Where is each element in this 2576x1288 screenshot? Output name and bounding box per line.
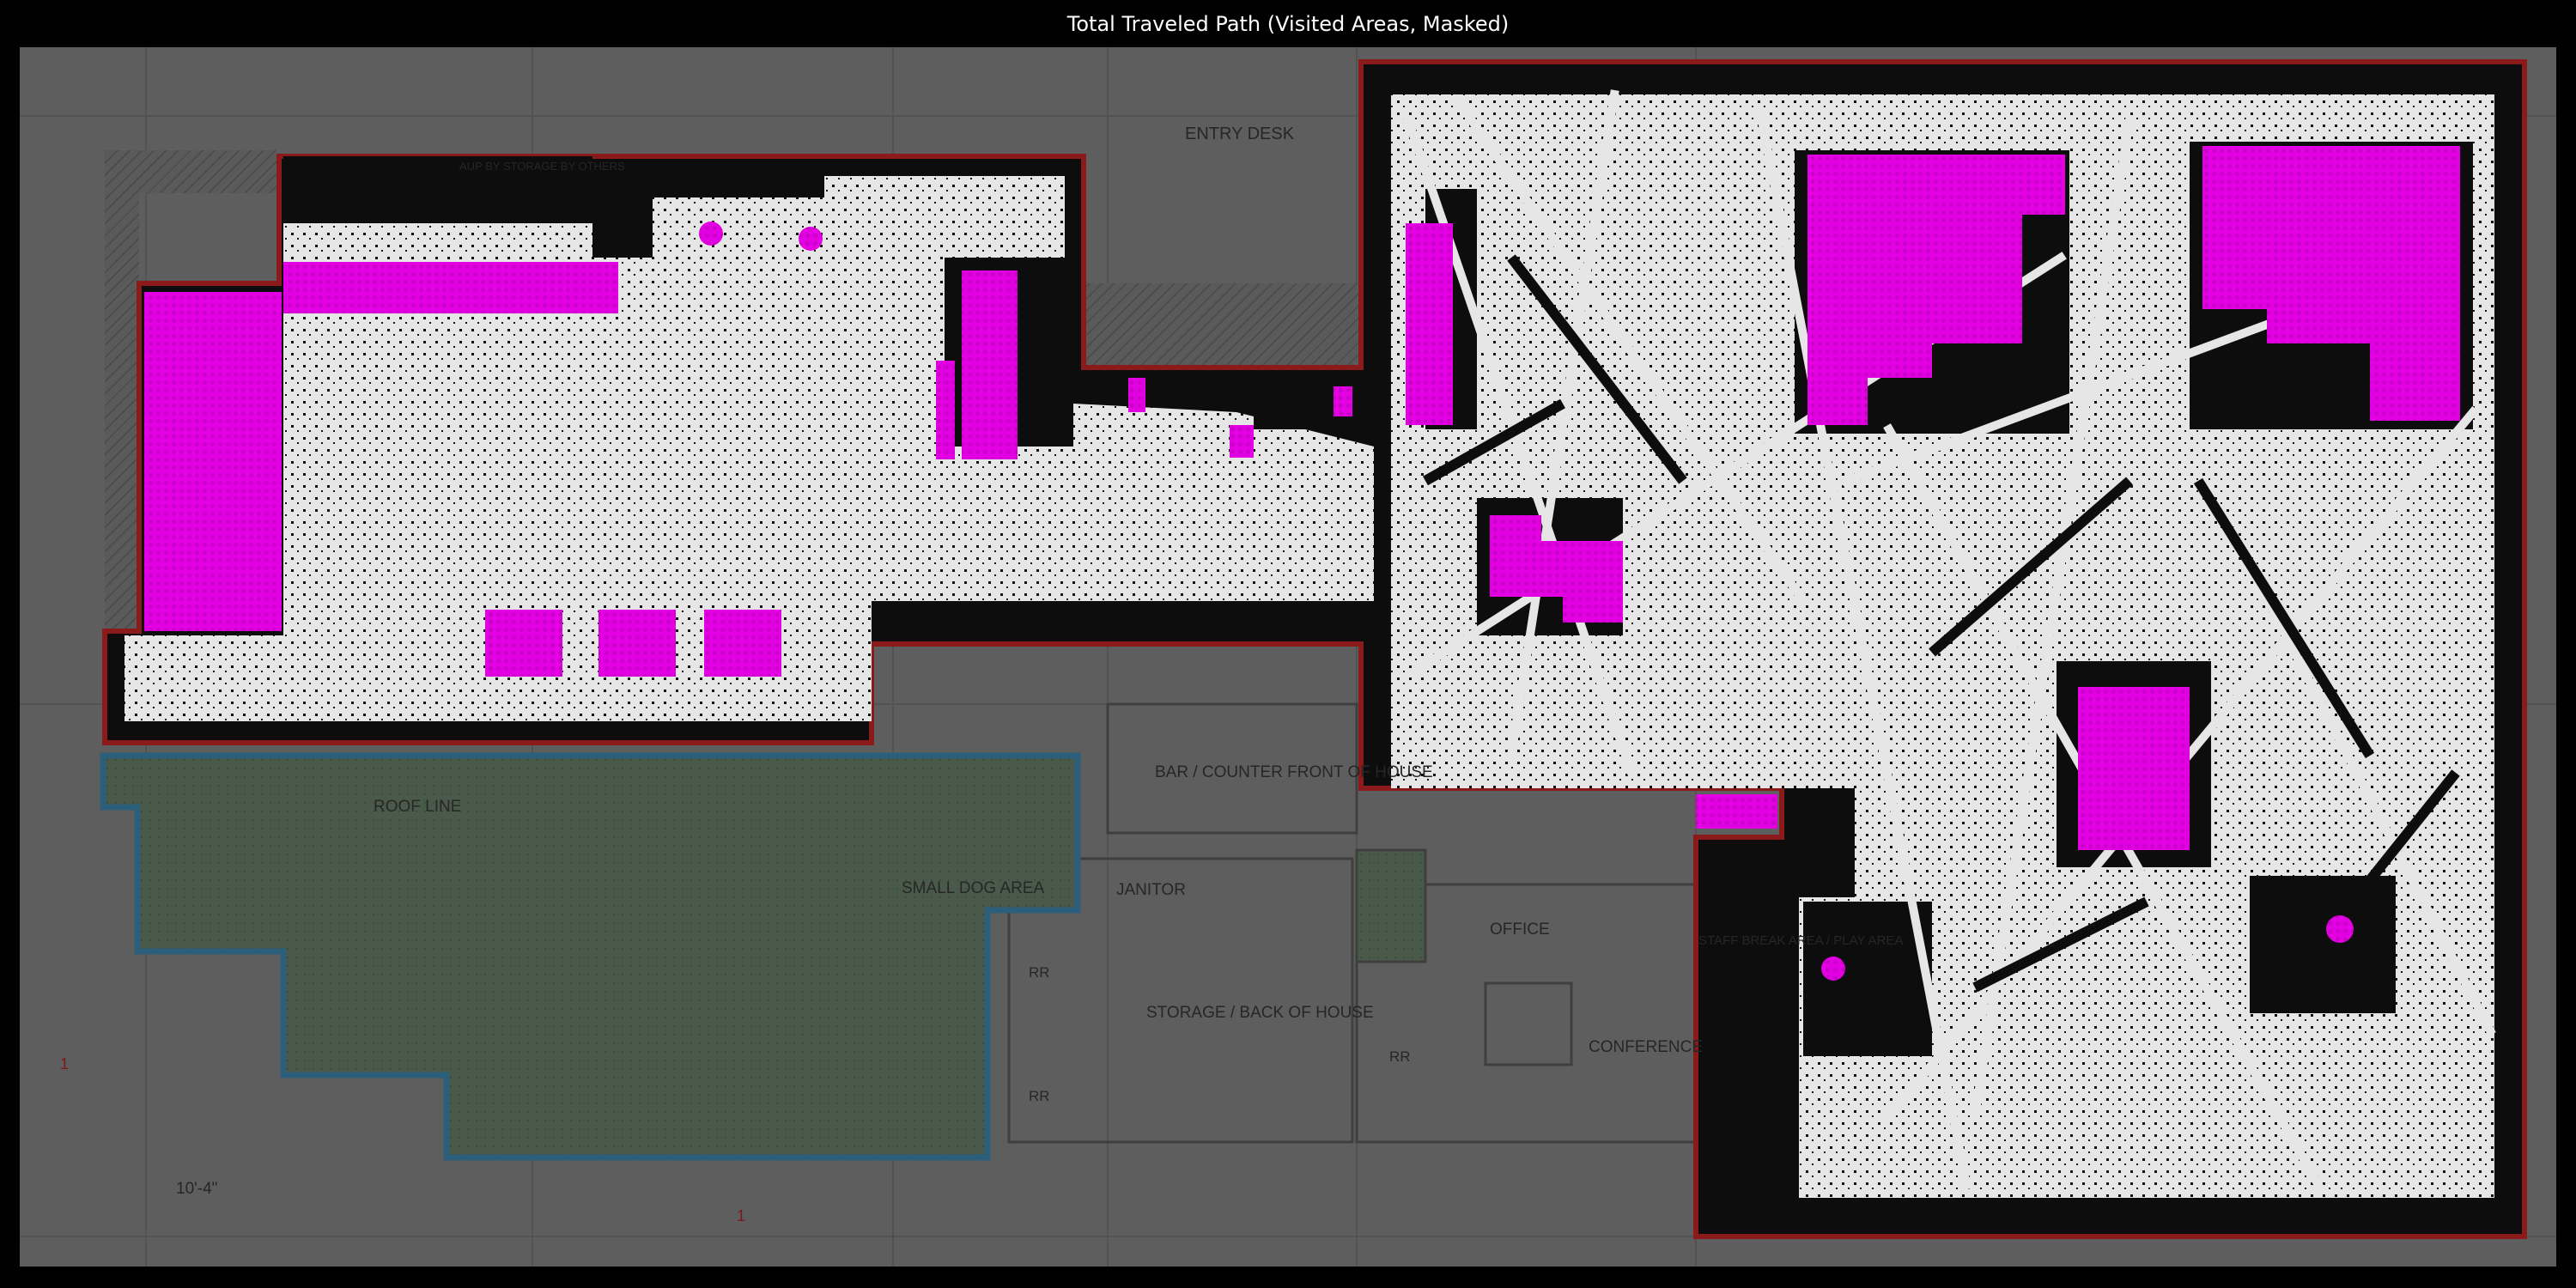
label-staff-break: STAFF BREAK AREA / PLAY AREA [1698,933,1903,948]
label-dimension: 10'-4" [176,1180,217,1198]
label-marker-left: 1 [60,1055,69,1072]
label-rr-lower: RR [1029,1088,1050,1104]
label-roof-line: ROOF LINE [374,798,461,816]
label-storage-back: STORAGE / BACK OF HOUSE [1146,1004,1374,1022]
label-bar-counter: BAR / COUNTER FRONT OF HOUSE [1155,763,1433,781]
label-janitor: JANITOR [1116,881,1186,899]
label-marker-bottom: 1 [737,1207,745,1224]
label-rr-upper: RR [1029,964,1050,981]
label-small-dog-area: SMALL DOG AREA [902,879,1044,897]
map-figure: ENTRY DESK AUP BY STORAGE BY OTHERS BAR … [18,46,2558,1268]
label-storage-by-others: AUP BY STORAGE BY OTHERS [459,160,625,173]
label-conference: CONFERENCE [1589,1038,1703,1056]
label-entry-desk: ENTRY DESK [1185,125,1295,143]
label-office: OFFICE [1490,920,1550,939]
label-rr-mid: RR [1389,1048,1411,1065]
